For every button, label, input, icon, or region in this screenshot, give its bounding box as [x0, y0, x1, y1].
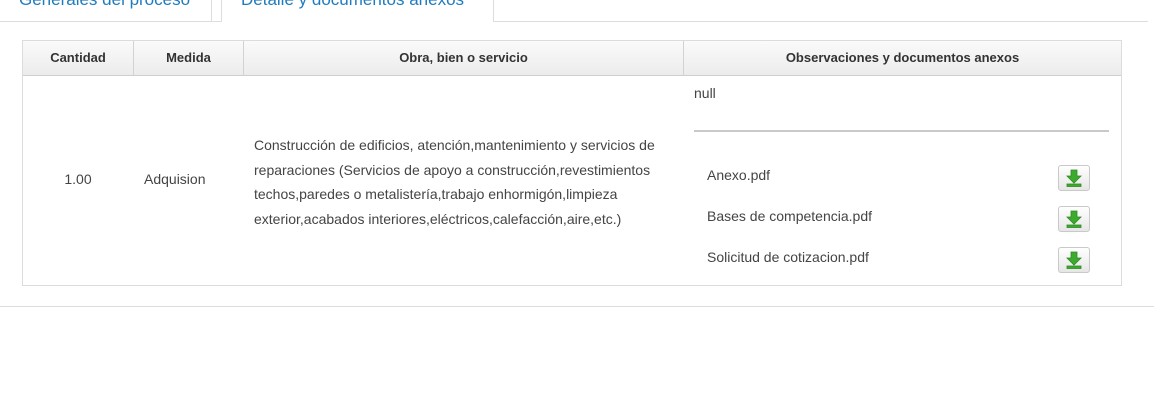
tab-bar-divider: [0, 21, 1148, 22]
tab-generales-del-proceso[interactable]: Generales del proceso: [0, 0, 212, 21]
table-header: Cantidad Medida Obra, bien o servicio Ob…: [23, 41, 1121, 76]
cell-cantidad: 1.00: [64, 171, 92, 187]
cell-obra-bien-servicio: Construcción de edificios, atención,mant…: [254, 133, 674, 231]
tab-detalle-y-documentos-anexos[interactable]: Detalle y documentos anexos: [221, 0, 494, 22]
column-header-observaciones: Observaciones y documentos anexos: [683, 41, 1121, 75]
obra-line: exterior,acabados interiores,eléctricos,…: [254, 210, 622, 227]
column-header-cantidad: Cantidad: [50, 50, 106, 65]
cell-observaciones: null: [694, 85, 716, 101]
attachment-name: Solicitud de cotizacion.pdf: [707, 249, 869, 265]
column-header-medida: Medida: [133, 41, 243, 75]
detail-table: Cantidad Medida Obra, bien o servicio Ob…: [22, 40, 1122, 286]
obra-line: Construcción de edificios, atención,mant…: [254, 137, 655, 153]
download-icon: [1066, 251, 1082, 269]
tab-label: Detalle y documentos anexos: [241, 0, 464, 9]
attachment-name: Bases de competencia.pdf: [707, 208, 872, 224]
attachment-row: Solicitud de cotizacion.pdf: [707, 247, 1093, 277]
download-anexo-button[interactable]: [1058, 165, 1090, 191]
attachment-row: Bases de competencia.pdf: [707, 206, 1093, 236]
cell-medida: Adquision: [144, 171, 206, 187]
obra-line: reparaciones (Servicios de apoyo a const…: [254, 161, 651, 178]
download-bases-de-competencia-button[interactable]: [1058, 206, 1090, 232]
panel-bottom-divider: [0, 306, 1154, 307]
observaciones-divider: [694, 130, 1109, 132]
page-right-margin: [1154, 0, 1163, 408]
download-solicitud-de-cotizacion-button[interactable]: [1058, 247, 1090, 273]
tab-label: Generales del proceso: [19, 0, 190, 9]
attachment-row: Anexo.pdf: [707, 165, 1093, 195]
column-header-obra: Obra, bien o servicio: [243, 41, 683, 75]
download-icon: [1066, 169, 1082, 187]
obra-line: techos,paredes o metalistería,trabajo en…: [254, 186, 618, 202]
download-icon: [1066, 210, 1082, 228]
attachment-name: Anexo.pdf: [707, 167, 771, 183]
process-detail-page: Generales del proceso Detalle y document…: [0, 0, 1163, 408]
tab-bar: Generales del proceso Detalle y document…: [0, 0, 1148, 22]
